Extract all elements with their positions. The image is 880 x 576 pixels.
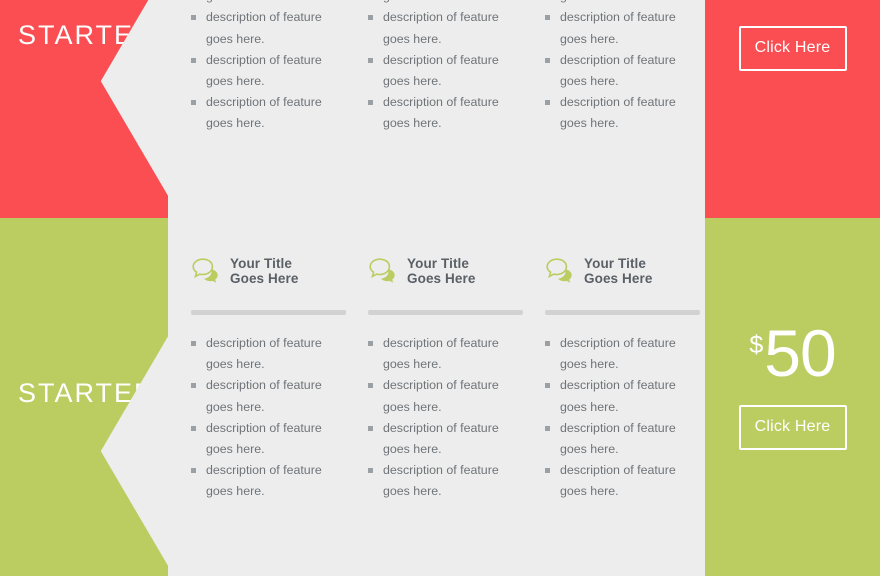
feature-list: description of feature goes here. descri… [545, 0, 700, 135]
price-amount: 50 [764, 0, 836, 8]
feature-item: description of feature goes here. [545, 418, 700, 460]
column-title-line2: Goes Here [230, 270, 299, 286]
feature-item: description of feature goes here. [191, 7, 346, 49]
feature-item: description of feature goes here. [545, 50, 700, 92]
column-title: Your Title Goes Here [407, 256, 475, 286]
column-title-line2: Goes Here [407, 270, 476, 286]
feature-item: description of feature goes here. [368, 7, 523, 49]
feature-item: description of feature goes here. [191, 460, 346, 502]
column-title-line1: Your Title [407, 256, 470, 271]
feature-item: description of feature goes here. [368, 460, 523, 502]
column-title: Your Title Goes Here [584, 256, 652, 286]
feature-item: description of feature goes here. [191, 375, 346, 417]
feature-item: description of feature goes here. [368, 50, 523, 92]
price-panel: $ 50 Click Here [705, 218, 880, 576]
price-panel: $ 50 Click Here [705, 0, 880, 218]
column-divider [368, 310, 523, 315]
feature-item: description of feature goes here. [545, 0, 700, 7]
column-title-line2: Goes Here [584, 270, 653, 286]
feature-item: description of feature goes here. [545, 7, 700, 49]
feature-list: description of feature goes here. descri… [191, 0, 346, 135]
feature-item: description of feature goes here. [191, 418, 346, 460]
click-here-button[interactable]: Click Here [738, 405, 847, 451]
feature-item: description of feature goes here. [368, 375, 523, 417]
feature-columns: Your Title Goes Here description of feat… [191, 256, 722, 503]
column-divider [545, 310, 700, 315]
feature-list: description of feature goes here. descri… [545, 333, 700, 503]
speech-bubbles-icon [368, 257, 398, 285]
price: $ 50 [749, 0, 836, 8]
feature-list: description of feature goes here. descri… [368, 333, 523, 503]
price-amount: 50 [764, 316, 836, 390]
feature-column: Your Title Goes Here description of feat… [191, 256, 346, 503]
column-header: Your Title Goes Here [545, 256, 700, 294]
feature-item: description of feature goes here. [545, 375, 700, 417]
speech-bubbles-icon [191, 257, 221, 285]
feature-item: description of feature goes here. [191, 92, 346, 134]
feature-item: description of feature goes here. [368, 92, 523, 134]
column-header: Your Title Goes Here [368, 256, 523, 294]
feature-item: description of feature goes here. [368, 418, 523, 460]
feature-list: description of feature goes here. descri… [368, 0, 523, 135]
pricing-card-starter-green: STARTER Your Title Goes Here description… [0, 218, 880, 576]
column-title: Your Title Goes Here [230, 256, 298, 286]
feature-item: description of feature goes here. [191, 333, 346, 375]
column-title-line1: Your Title [230, 256, 293, 271]
feature-item: description of feature goes here. [191, 0, 346, 7]
pricing-table: STARTER Your Title Goes Here [0, 0, 880, 576]
click-here-button[interactable]: Click Here [738, 26, 847, 72]
feature-column: Your Title Goes Here description of feat… [545, 256, 700, 503]
feature-item: description of feature goes here. [368, 333, 523, 375]
speech-bubbles-icon [545, 257, 575, 285]
feature-list: description of feature goes here. descri… [191, 333, 346, 503]
column-title-line1: Your Title [584, 256, 647, 271]
feature-item: description of feature goes here. [545, 333, 700, 375]
feature-item: description of feature goes here. [545, 92, 700, 134]
feature-column: Your Title Goes Here description of feat… [545, 0, 700, 135]
column-divider [191, 310, 346, 315]
price: $ 50 [749, 316, 836, 390]
feature-columns: Your Title Goes Here description of feat… [191, 0, 722, 135]
feature-item: description of feature goes here. [191, 50, 346, 92]
price-currency: $ [749, 331, 763, 359]
feature-item: description of feature goes here. [545, 460, 700, 502]
feature-column: Your Title Goes Here description of feat… [191, 0, 346, 135]
pricing-card-starter-red: STARTER Your Title Goes Here [0, 0, 880, 218]
feature-column: Your Title Goes Here description of feat… [368, 256, 523, 503]
feature-item: description of feature goes here. [368, 0, 523, 7]
column-header: Your Title Goes Here [191, 256, 346, 294]
feature-column: Your Title Goes Here description of feat… [368, 0, 523, 135]
